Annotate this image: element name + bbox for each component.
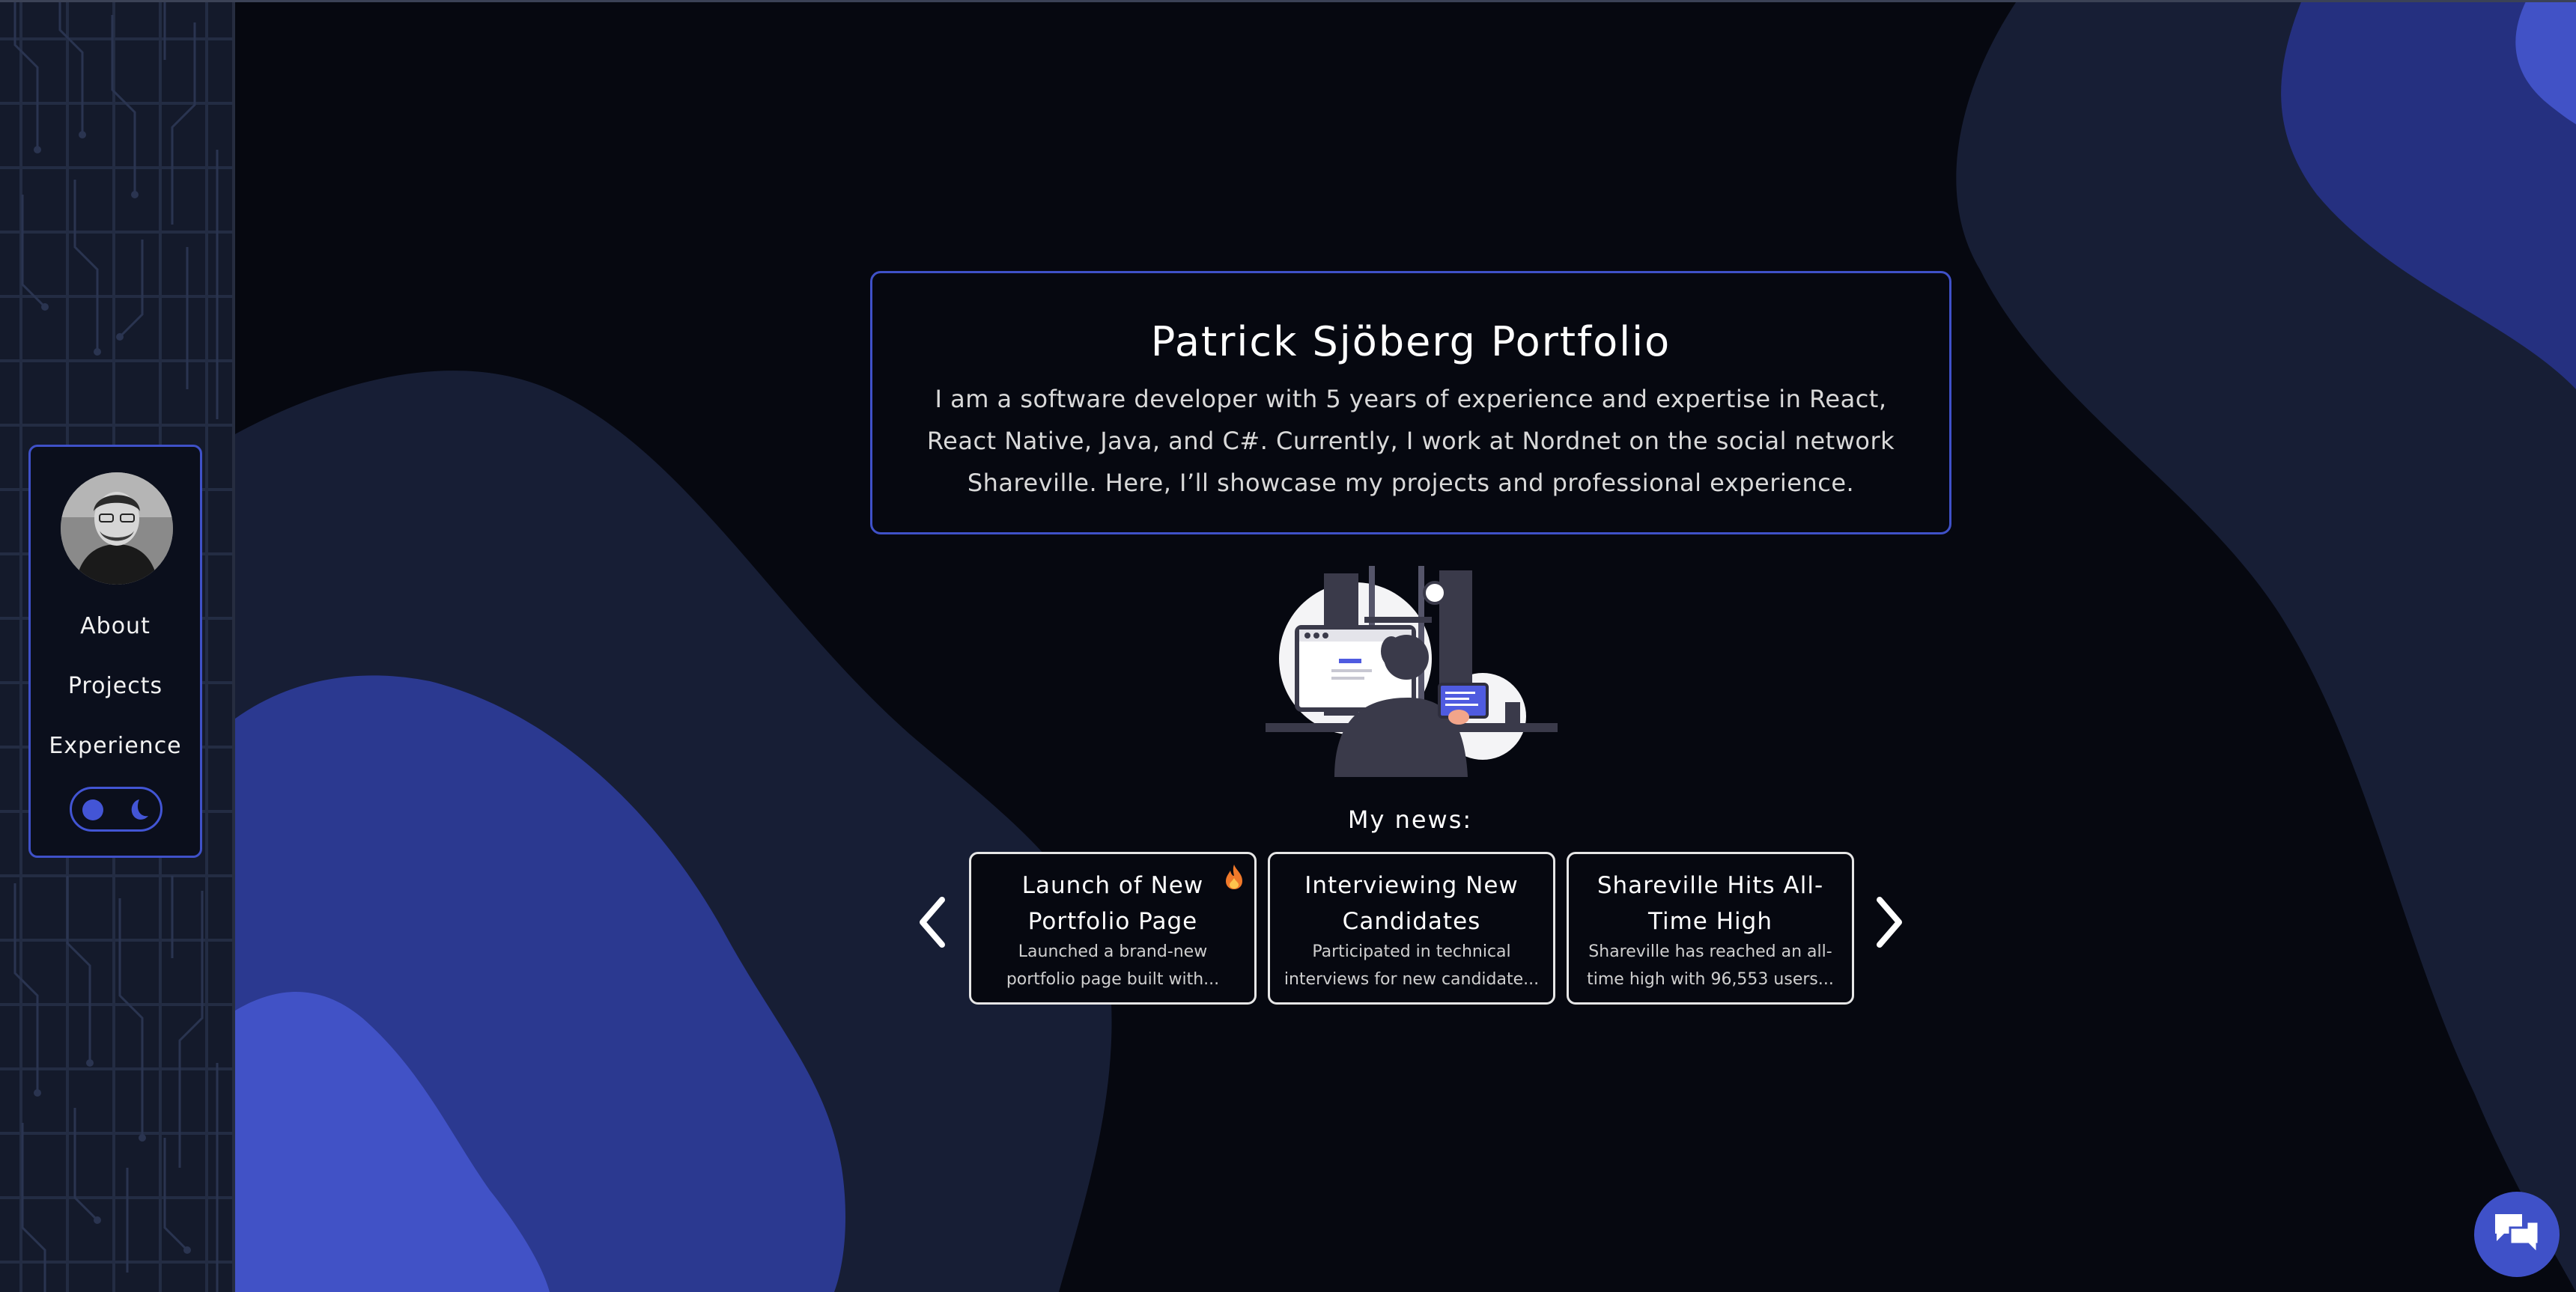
news-card[interactable]: Interviewing New Candidates Participated…	[1268, 852, 1555, 1005]
news-card-title: Shareville Hits All-Time High	[1597, 872, 1824, 935]
chevron-left-icon[interactable]	[917, 895, 950, 949]
intro-description: I am a software developer with 5 years o…	[926, 385, 1895, 497]
fire-icon	[1226, 865, 1242, 889]
chat-button[interactable]	[2474, 1192, 2560, 1277]
intro-card: Patrick Sjöberg Portfolio I am a softwar…	[870, 271, 1951, 534]
moon-icon	[131, 799, 148, 820]
nav-projects[interactable]: Projects	[31, 673, 200, 699]
avatar-photo	[61, 472, 173, 585]
sidebar: About Projects Experience	[0, 0, 235, 1292]
nav-experience[interactable]: Experience	[31, 733, 200, 759]
chevron-right-icon[interactable]	[1872, 895, 1905, 949]
window-top-border	[0, 0, 2576, 2]
chat-icon	[2495, 1214, 2540, 1256]
news-card-desc: Shareville has reached an all-time high …	[1587, 942, 1834, 989]
news-card[interactable]: Launch of New Portfolio Page Launched a …	[969, 852, 1257, 1005]
news-card-title: Interviewing New Candidates	[1304, 872, 1519, 935]
news-card[interactable]: Shareville Hits All-Time High Shareville…	[1567, 852, 1854, 1005]
nav-about[interactable]: About	[31, 613, 200, 639]
news-heading: My news:	[1347, 805, 1473, 834]
news-card-title: Launch of New Portfolio Page	[1021, 872, 1204, 935]
sun-dot-icon	[82, 799, 103, 820]
news-card-desc: Launched a brand-new portfolio page buil…	[1006, 942, 1220, 989]
news-card-desc: Participated in technical interviews for…	[1284, 942, 1540, 989]
developer-illustration	[1266, 566, 1558, 777]
nav-card: About Projects Experience	[28, 445, 202, 858]
theme-toggle[interactable]	[70, 787, 162, 832]
avatar[interactable]	[61, 472, 173, 585]
page-title: Patrick Sjöberg Portfolio	[1150, 318, 1671, 365]
